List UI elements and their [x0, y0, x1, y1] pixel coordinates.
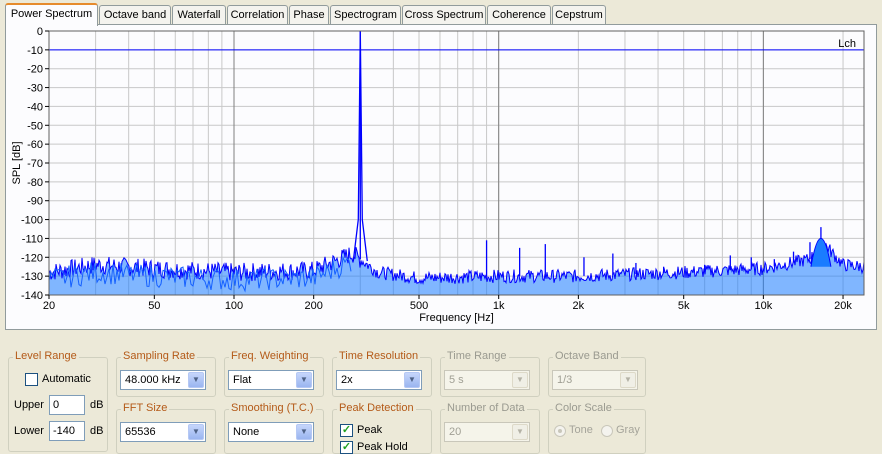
level-range-title: Level Range: [13, 350, 79, 362]
lower-unit: dB: [90, 425, 104, 437]
smoothing-select[interactable]: None ▼: [228, 422, 314, 442]
y-tick-label: -110: [22, 233, 43, 245]
chevron-down-icon: ▼: [404, 372, 420, 388]
x-tick-label: 100: [225, 300, 243, 312]
chevron-down-icon: ▼: [620, 372, 636, 388]
octave-band-select: 1/3 ▼: [552, 370, 638, 390]
octave-band-title: Octave Band: [553, 350, 621, 362]
number-of-data-title: Number of Data: [445, 402, 527, 414]
time-range-select: 5 s ▼: [444, 370, 530, 390]
y-tick-label: -120: [21, 252, 43, 264]
upper-unit: dB: [90, 399, 104, 411]
y-tick-label: -90: [27, 196, 43, 208]
y-tick-label: 0: [37, 26, 43, 38]
x-tick-label: 500: [410, 300, 428, 312]
x-axis-label: Frequency [Hz]: [419, 312, 494, 324]
number-of-data-value: 20: [449, 426, 462, 438]
chevron-down-icon: ▼: [512, 424, 528, 440]
chevron-down-icon: ▼: [188, 372, 204, 388]
sampling-rate-title: Sampling Rate: [121, 350, 198, 362]
fft-size-select[interactable]: 65536 ▼: [120, 422, 206, 442]
y-tick-label: -30: [27, 83, 43, 95]
sampling-rate-value: 48.000 kHz: [125, 374, 181, 386]
gray-radio: [601, 425, 613, 437]
number-of-data-select: 20 ▼: [444, 422, 530, 442]
freq-weighting-title: Freq. Weighting: [229, 350, 311, 362]
x-tick-label: 1k: [493, 300, 505, 312]
x-tick-label: 50: [148, 300, 160, 312]
time-range-value: 5 s: [449, 374, 464, 386]
tone-radio: [554, 425, 566, 437]
smoothing-value: None: [233, 426, 260, 438]
time-resolution-select[interactable]: 2x ▼: [336, 370, 422, 390]
peak-hold-checkbox[interactable]: ✓: [340, 441, 353, 454]
peak-checkbox[interactable]: ✓: [340, 424, 353, 437]
time-resolution-title: Time Resolution: [337, 350, 421, 362]
legend-lch: Lch: [838, 38, 856, 50]
x-tick-label: 20k: [834, 300, 852, 312]
chevron-down-icon: ▼: [296, 424, 312, 440]
minor-grid: [48, 30, 864, 296]
chevron-down-icon: ▼: [512, 372, 528, 388]
automatic-label: Automatic: [42, 373, 91, 385]
lower-label: Lower: [14, 425, 44, 437]
x-tick-label: 200: [305, 300, 323, 312]
freq-weighting-select[interactable]: Flat ▼: [228, 370, 314, 390]
fft-size-value: 65536: [125, 426, 156, 438]
time-resolution-value: 2x: [341, 374, 353, 386]
x-tick-label: 10k: [754, 300, 772, 312]
y-tick-label: -100: [21, 215, 43, 227]
x-tick-label: 20: [43, 300, 55, 312]
y-tick-label: -130: [21, 271, 43, 283]
chevron-down-icon: ▼: [188, 424, 204, 440]
hf-bump: [810, 237, 832, 267]
octave-band-value: 1/3: [557, 374, 573, 386]
automatic-checkbox[interactable]: [25, 373, 38, 386]
sampling-rate-select[interactable]: 48.000 kHz ▼: [120, 370, 206, 390]
tab-power-spectrum[interactable]: Power Spectrum: [5, 3, 98, 26]
y-tick-label: -140: [21, 290, 43, 302]
x-tick-label: 2k: [573, 300, 585, 312]
gray-label: Gray: [616, 424, 640, 436]
time-range-title: Time Range: [445, 350, 509, 362]
tone-label: Tone: [569, 424, 593, 436]
y-tick-label: -80: [27, 177, 43, 189]
spectrum-series: [48, 30, 865, 293]
peak-label: Peak: [357, 424, 383, 436]
y-tick-label: -50: [27, 120, 43, 132]
y-axis-label: SPL [dB]: [11, 141, 23, 184]
smoothing-title: Smoothing (T.C.): [229, 402, 316, 414]
color-scale-title: Color Scale: [553, 402, 614, 414]
y-axis-ticks: 0 -10 -20 -30 -40 -50 -60 -70 -80 -90 -100 -110 -120…: [21, 26, 49, 302]
upper-label: Upper: [14, 399, 44, 411]
fft-size-title: FFT Size: [121, 402, 170, 414]
peak-detection-title: Peak Detection: [337, 402, 416, 414]
y-tick-label: -20: [27, 64, 43, 76]
y-tick-label: -70: [27, 158, 43, 170]
upper-input[interactable]: 0: [49, 395, 85, 415]
lower-input[interactable]: -140: [49, 421, 85, 441]
y-tick-label: -60: [27, 139, 43, 151]
y-tick-label: -40: [27, 101, 43, 113]
peak-hold-label: Peak Hold: [357, 441, 408, 453]
freq-weighting-value: Flat: [233, 374, 252, 386]
y-tick-label: -10: [27, 45, 43, 57]
chevron-down-icon: ▼: [296, 372, 312, 388]
power-spectrum-chart[interactable]: 0 -10 -20 -30 -40 -50 -60 -70 -80 -90 -100 -110 -120…: [0, 0, 882, 340]
x-tick-label: 5k: [678, 300, 690, 312]
x-axis-ticks: 20 50 100 200 500 1k 2k 5k 10k 20k: [43, 295, 852, 312]
